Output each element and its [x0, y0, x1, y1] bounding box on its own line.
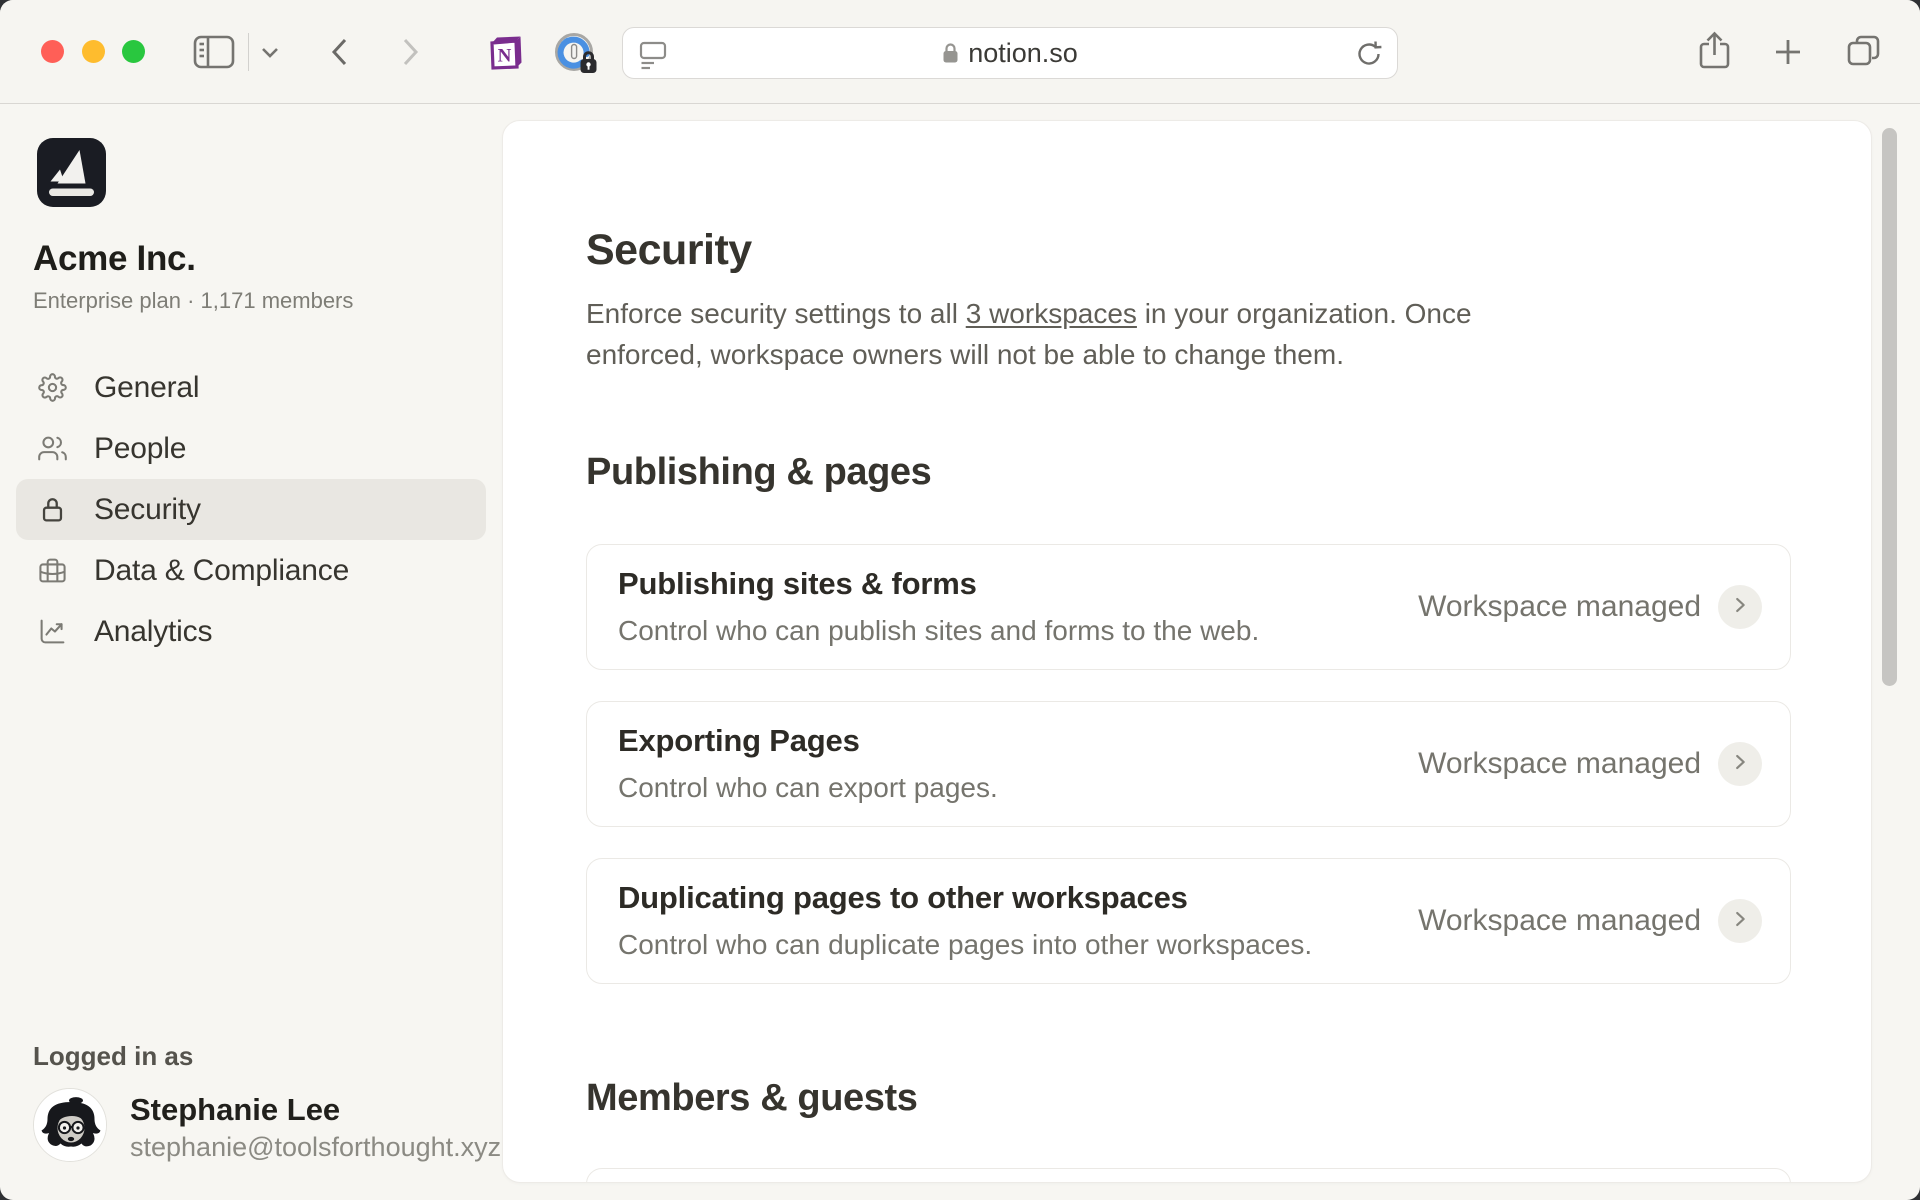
card-title: Exporting Pages: [618, 722, 860, 760]
share-button[interactable]: [1697, 31, 1732, 72]
workspace-logo: [37, 138, 106, 207]
status-label: Workspace managed: [1418, 590, 1701, 624]
open-setting-button[interactable]: [1718, 742, 1762, 786]
chevron-right-icon: [1729, 594, 1751, 621]
briefcase-icon: [38, 556, 67, 585]
avatar: [33, 1088, 107, 1162]
sidebar-item-label: Data & Compliance: [94, 554, 349, 588]
setting-card-partial[interactable]: [586, 1168, 1791, 1183]
chevron-down-icon: [259, 45, 281, 59]
status-label: Workspace managed: [1418, 904, 1701, 938]
lock-icon: [942, 42, 959, 64]
user-portrait-avatar: [34, 1150, 107, 1162]
status-label: Workspace managed: [1418, 747, 1701, 781]
chart-icon: [38, 617, 67, 646]
svg-text:N: N: [498, 46, 512, 67]
setting-card-duplicating-pages[interactable]: Duplicating pages to other workspaces Co…: [586, 858, 1791, 984]
page-intro: Enforce security settings to all 3 works…: [586, 293, 1606, 375]
workspace-name: Acme Inc.: [33, 238, 196, 280]
settings-nav: General People Security: [16, 357, 486, 662]
sidebar-item-label: General: [94, 371, 199, 405]
user-name: Stephanie Lee: [130, 1092, 340, 1128]
password-manager-button[interactable]: [553, 31, 598, 76]
sidebar-item-label: Security: [94, 493, 201, 527]
sidebar-item-security[interactable]: Security: [16, 479, 486, 540]
section-heading-members: Members & guests: [586, 1076, 917, 1120]
people-icon: [38, 434, 67, 463]
toolbar-divider: [248, 33, 249, 71]
intro-text-before: Enforce security settings to all: [586, 298, 966, 329]
workspaces-link[interactable]: 3 workspaces: [966, 298, 1137, 329]
lock-icon: [38, 495, 67, 524]
sidebar-toggle-icon: [193, 35, 235, 69]
sidebar-item-label: People: [94, 432, 186, 466]
new-tab-button[interactable]: [1773, 37, 1803, 67]
page-settings-icon[interactable]: [638, 40, 668, 70]
password-manager-icon: [553, 31, 598, 76]
card-title: Duplicating pages to other workspaces: [618, 879, 1188, 917]
sidebar-item-data-compliance[interactable]: Data & Compliance: [16, 540, 486, 601]
sidebar-item-analytics[interactable]: Analytics: [16, 601, 486, 662]
page-title: Security: [586, 226, 752, 274]
chevron-right-icon: [1729, 751, 1751, 778]
tab-group-menu-button[interactable]: [259, 45, 281, 59]
address-bar[interactable]: notion.so: [622, 27, 1398, 79]
setting-card-exporting-pages[interactable]: Exporting Pages Control who can export p…: [586, 701, 1791, 827]
page-scrollbar-thumb[interactable]: [1882, 128, 1897, 686]
card-title: Publishing sites & forms: [618, 565, 977, 603]
section-heading-publishing: Publishing & pages: [586, 450, 931, 494]
zoom-window-button[interactable]: [122, 40, 145, 63]
open-setting-button[interactable]: [1718, 899, 1762, 943]
back-icon: [326, 36, 354, 68]
browser-toolbar: N: [0, 0, 1920, 104]
user-email: stephanie@toolsforthought.xyz: [130, 1132, 501, 1163]
forward-icon: [396, 36, 424, 68]
notion-favicon-button[interactable]: N: [484, 34, 524, 74]
card-description: Control who can publish sites and forms …: [618, 613, 1259, 649]
logged-in-as-label: Logged in as: [33, 1041, 193, 1072]
tab-overview-icon: [1845, 33, 1882, 70]
chevron-right-icon: [1729, 908, 1751, 935]
card-description: Control who can duplicate pages into oth…: [618, 927, 1312, 963]
forward-button[interactable]: [396, 36, 424, 68]
sailboat-icon: [37, 194, 106, 211]
sidebar-item-people[interactable]: People: [16, 418, 486, 479]
safari-window: N: [0, 0, 1920, 1200]
new-tab-icon: [1773, 37, 1803, 67]
close-window-button[interactable]: [41, 40, 64, 63]
minimize-window-button[interactable]: [82, 40, 105, 63]
sidebar-item-label: Analytics: [94, 615, 212, 649]
gear-icon: [38, 373, 67, 402]
setting-card-publishing-sites[interactable]: Publishing sites & forms Control who can…: [586, 544, 1791, 670]
notion-favicon: N: [484, 34, 524, 74]
share-icon: [1697, 31, 1732, 72]
sidebar-item-general[interactable]: General: [16, 357, 486, 418]
open-setting-button[interactable]: [1718, 585, 1762, 629]
workspace-meta: Enterprise plan · 1,171 members: [33, 286, 353, 316]
settings-page: Security Enforce security settings to al…: [502, 120, 1872, 1183]
tab-overview-button[interactable]: [1845, 33, 1882, 70]
reload-button[interactable]: [1354, 39, 1384, 69]
back-button[interactable]: [326, 36, 354, 68]
card-description: Control who can export pages.: [618, 770, 998, 806]
sidebar-toggle-button[interactable]: [193, 35, 235, 69]
url-text: notion.so: [968, 38, 1078, 69]
